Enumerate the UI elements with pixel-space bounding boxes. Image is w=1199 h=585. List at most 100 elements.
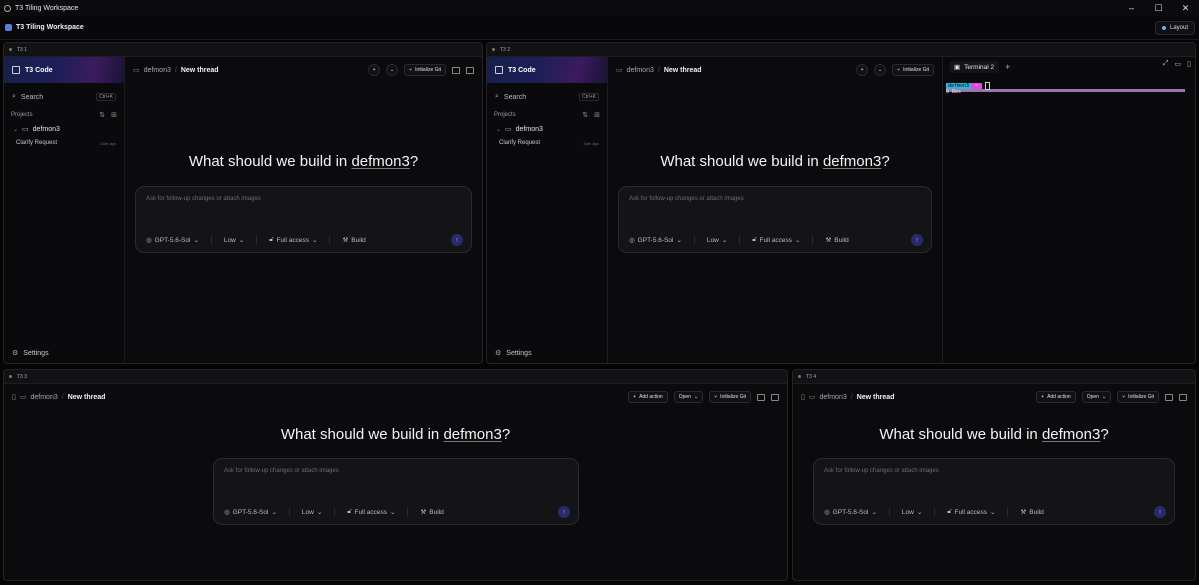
model-label: GPT-5.6-Sol bbox=[637, 236, 674, 244]
tab-terminal-2[interactable]: ▣ Terminal 2 bbox=[949, 61, 1000, 73]
composer-input[interactable]: Ask for follow-up changes or attach imag… bbox=[824, 468, 939, 474]
expand-icon[interactable]: ⤢ bbox=[1163, 60, 1169, 68]
access-select[interactable]: 🔓︎ Full access ⌄ bbox=[269, 236, 317, 244]
access-label: Full access bbox=[954, 508, 988, 516]
initialize-git-button[interactable]: ⑂ Initialize Git bbox=[892, 64, 934, 76]
breadcrumb-project[interactable]: defmon3 bbox=[30, 394, 57, 401]
sidebar-toggle-icon[interactable]: ▯ bbox=[801, 393, 805, 401]
add-icon[interactable]: + bbox=[368, 64, 381, 76]
breadcrumb-project[interactable]: defmon3 bbox=[144, 67, 171, 74]
window-title: T3 Tiling Workspace bbox=[15, 4, 79, 12]
chevron-down-icon[interactable]: ⌄ bbox=[386, 64, 399, 76]
lock-icon: 🔓︎ bbox=[269, 236, 274, 243]
sidebar-item-project[interactable]: ⌄ ▭ defmon3 bbox=[4, 122, 124, 136]
pane-header[interactable]: T3 1 bbox=[4, 43, 482, 57]
composer[interactable]: Ask for follow-up changes or attach imag… bbox=[813, 458, 1175, 525]
projects-label: Projects bbox=[494, 112, 516, 118]
initialize-git-button[interactable]: ⑂ Initialize Git bbox=[404, 64, 446, 76]
new-terminal-button[interactable]: + bbox=[1005, 62, 1010, 72]
breadcrumb-project[interactable]: defmon3 bbox=[627, 67, 654, 74]
access-select[interactable]: 🔓︎ Full access ⌄ bbox=[347, 508, 395, 516]
chevron-down-icon: ⌄ bbox=[312, 237, 318, 244]
sidebar-item-project[interactable]: ⌄ ▭ defmon3 bbox=[487, 122, 607, 136]
sidebar-item-thread[interactable]: Clarify Request 34m ago bbox=[487, 136, 607, 150]
panel-toggle-icon[interactable] bbox=[1179, 393, 1187, 401]
open-button[interactable]: Open ⌄ bbox=[1081, 391, 1112, 403]
initialize-git-button[interactable]: ⑂ Initialize Git bbox=[709, 391, 751, 403]
model-select[interactable]: ◎ GPT-5.6-Sol ⌄ bbox=[824, 508, 877, 517]
settings-button[interactable]: ⚙ Settings bbox=[12, 349, 49, 358]
close-button[interactable]: ✕ bbox=[1172, 0, 1199, 16]
composer-input[interactable]: Ask for follow-up changes or attach imag… bbox=[146, 196, 261, 202]
composer-input[interactable]: Ask for follow-up changes or attach imag… bbox=[629, 196, 744, 202]
add-action-button[interactable]: + Add action bbox=[1036, 391, 1076, 403]
terminal-toggle-icon[interactable] bbox=[1165, 393, 1173, 401]
add-folder-icon[interactable]: ⊞ bbox=[594, 111, 600, 119]
add-icon: + bbox=[1041, 394, 1045, 400]
pane-header[interactable]: T3 2 bbox=[487, 43, 1195, 57]
mode-select[interactable]: ⚒ Build bbox=[825, 236, 848, 245]
model-select[interactable]: ◎ GPT-5.6-Sol ⌄ bbox=[146, 236, 199, 245]
access-select[interactable]: 🔓︎ Full access ⌄ bbox=[947, 508, 995, 516]
mode-select[interactable]: ⚒ Build bbox=[1020, 508, 1043, 517]
pane-header[interactable]: T3 4 bbox=[793, 370, 1195, 384]
toolbar-actions: + Add action Open ⌄ ⑂ Initialize Git bbox=[1036, 391, 1187, 403]
chevron-down-icon[interactable]: ⌄ bbox=[874, 64, 887, 76]
thread-main: ▯ ▭ defmon3 / New thread + Add action Ope… bbox=[793, 384, 1195, 580]
model-select[interactable]: ◎ GPT-5.6-Sol ⌄ bbox=[224, 508, 277, 517]
terminal-toggle-icon[interactable] bbox=[757, 393, 765, 401]
project-name: defmon3 bbox=[515, 125, 543, 133]
headline-project: defmon3 bbox=[1041, 426, 1101, 443]
sidebar-search[interactable]: ⌕ Search Ctrl+K bbox=[487, 89, 607, 105]
composer[interactable]: Ask for follow-up changes or attach imag… bbox=[618, 186, 932, 253]
add-folder-icon[interactable]: ⊞ bbox=[111, 111, 117, 119]
effort-select[interactable]: Low ⌄ bbox=[224, 236, 244, 245]
send-button[interactable]: ↑ bbox=[911, 234, 923, 246]
empty-state: What should we build in defmon3? bbox=[4, 426, 787, 443]
panel-toggle-icon[interactable] bbox=[771, 393, 779, 401]
effort-select[interactable]: Low ⌄ bbox=[902, 508, 922, 517]
breadcrumb-project[interactable]: defmon3 bbox=[819, 394, 846, 401]
project-name: defmon3 bbox=[32, 125, 60, 133]
sidebar-toggle-icon[interactable] bbox=[495, 66, 503, 74]
mode-select[interactable]: ⚒ Build bbox=[420, 508, 443, 517]
send-button[interactable]: ↑ bbox=[1154, 506, 1166, 518]
composer[interactable]: Ask for follow-up changes or attach imag… bbox=[213, 458, 579, 525]
divider bbox=[407, 508, 409, 516]
minimize-button[interactable]: – bbox=[1118, 0, 1145, 16]
initialize-git-button[interactable]: ⑂ Initialize Git bbox=[1117, 391, 1159, 403]
add-action-button[interactable]: + Add action bbox=[628, 391, 668, 403]
split-icon[interactable]: ▭ bbox=[1175, 60, 1182, 68]
panel-toggle-icon[interactable] bbox=[466, 66, 474, 74]
composer-input[interactable]: Ask for follow-up changes or attach imag… bbox=[224, 468, 339, 474]
access-select[interactable]: 🔓︎ Full access ⌄ bbox=[752, 236, 800, 244]
pane-header[interactable]: T3 3 bbox=[4, 370, 787, 384]
open-button[interactable]: Open ⌄ bbox=[673, 391, 704, 403]
sort-icon[interactable]: ⇅ bbox=[582, 111, 588, 119]
terminal-toggle-icon[interactable] bbox=[452, 66, 460, 74]
chevron-down-icon: ⌄ bbox=[676, 237, 682, 244]
add-action-label: Add action bbox=[1047, 394, 1071, 400]
sidebar-item-thread[interactable]: Clarify Request 34m ago bbox=[4, 136, 124, 150]
build-icon: ⚒ bbox=[825, 237, 832, 244]
pane-t3-2: T3 2 T3 Code ⌕ Search Ctrl+K Projects ⇅ … bbox=[486, 42, 1196, 364]
effort-select[interactable]: Low ⌄ bbox=[302, 508, 322, 517]
sidebar-toggle-icon[interactable]: ▯ bbox=[12, 393, 16, 401]
mode-select[interactable]: ⚒ Build bbox=[342, 236, 365, 245]
terminal-output[interactable]: defmon3 ~ 0 Bes bbox=[946, 82, 991, 95]
model-select[interactable]: ◎ GPT-5.6-Sol ⌄ bbox=[629, 236, 682, 245]
settings-button[interactable]: ⚙ Settings bbox=[495, 349, 532, 358]
send-button[interactable]: ↑ bbox=[451, 234, 463, 246]
sort-icon[interactable]: ⇅ bbox=[99, 111, 105, 119]
search-shortcut: Ctrl+K bbox=[578, 93, 599, 101]
layout-button[interactable]: Layout bbox=[1154, 21, 1195, 35]
sidebar-toggle-icon[interactable] bbox=[12, 66, 20, 74]
pane-label: T3 1 bbox=[17, 46, 28, 53]
effort-select[interactable]: Low ⌄ bbox=[707, 236, 727, 245]
composer[interactable]: Ask for follow-up changes or attach imag… bbox=[135, 186, 472, 253]
send-button[interactable]: ↑ bbox=[558, 506, 570, 518]
panel-toggle-icon[interactable]: ▯ bbox=[1187, 60, 1191, 68]
sidebar-search[interactable]: ⌕ Search Ctrl+K bbox=[4, 89, 124, 105]
maximize-button[interactable]: ☐ bbox=[1145, 0, 1172, 16]
add-icon[interactable]: + bbox=[856, 64, 869, 76]
